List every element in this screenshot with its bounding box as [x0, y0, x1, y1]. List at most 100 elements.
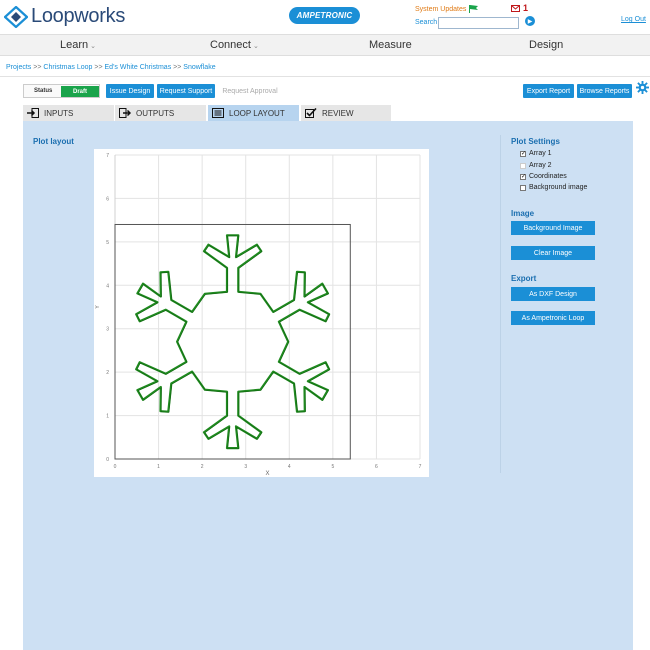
- plot-chart: 0 1 2 3 4 5 6 7 0 1 2 3 4 5 6 7 X Y: [95, 153, 422, 477]
- tab-loop-layout[interactable]: LOOP LAYOUT: [208, 105, 299, 121]
- plot-title: Plot layout: [33, 137, 74, 146]
- tab-loop-layout-label: LOOP LAYOUT: [229, 108, 285, 118]
- system-updates-label: System Updates: [415, 5, 467, 13]
- x-tick-label: 3: [244, 464, 247, 470]
- breadcrumb-separator: >>: [94, 64, 103, 71]
- x-tick-label: 6: [375, 464, 378, 470]
- y-tick-label: 3: [106, 327, 109, 333]
- tab-review-label: REVIEW: [322, 108, 354, 118]
- system-updates-link[interactable]: System Updates: [415, 5, 479, 13]
- image-section-title: Image: [511, 209, 535, 218]
- coordinates-label: Coordinates: [529, 173, 567, 180]
- array1-label: Array 1: [529, 150, 552, 157]
- nav-connect[interactable]: Connect ⌄: [210, 39, 259, 51]
- array2-checkbox[interactable]: [520, 162, 526, 169]
- loop-layout-panel: Plot layout 0 1 2 3 4 5 6 7 0 1 2 3 4 5 6 7 X Y Plot Se…: [23, 121, 633, 650]
- chevron-down-icon: ⌄: [90, 43, 97, 50]
- loopworks-logo-icon: [4, 5, 28, 28]
- nav-measure[interactable]: Measure: [369, 39, 412, 51]
- search-go-icon[interactable]: ▶: [525, 16, 535, 26]
- sign-in-icon: [27, 108, 39, 118]
- snowflake-outline: [135, 234, 331, 450]
- mail-icon: [511, 4, 520, 12]
- breadcrumb-separator: >>: [173, 64, 182, 71]
- tab-inputs[interactable]: INPUTS: [23, 105, 114, 121]
- request-support-button[interactable]: Request Support: [157, 84, 215, 98]
- status-box: Status Draft: [23, 84, 100, 98]
- x-tick-label: 5: [331, 464, 334, 470]
- export-ampetronic-button[interactable]: As Ampetronic Loop: [511, 311, 595, 325]
- export-section-title: Export: [511, 274, 537, 283]
- loop-boundary: [114, 223, 351, 460]
- sidebar-separator: [500, 135, 501, 473]
- search-input[interactable]: [438, 17, 519, 29]
- breadcrumb-eds-white-christmas[interactable]: Ed's White Christmas: [105, 64, 172, 71]
- nav-connect-label: Connect: [210, 39, 251, 51]
- breadcrumb-christmas-loop[interactable]: Christmas Loop: [43, 64, 92, 71]
- snowflake-loop: [135, 234, 331, 450]
- breadcrumb-projects[interactable]: Projects: [6, 64, 31, 71]
- x-tick-label: 7: [419, 464, 422, 470]
- tab-outputs[interactable]: OUTPUTS: [115, 105, 206, 121]
- issue-design-button[interactable]: Issue Design: [106, 84, 154, 98]
- background-image-button[interactable]: Background Image: [511, 221, 595, 235]
- y-tick-label: 4: [106, 283, 109, 289]
- clear-image-button[interactable]: Clear Image: [511, 246, 595, 260]
- chevron-down-icon: ⌄: [252, 43, 259, 50]
- mail-count: 1: [523, 3, 529, 13]
- search-label: Search: [415, 19, 438, 26]
- array1-checkbox-row[interactable]: ✓ Array 1: [520, 150, 552, 157]
- tab-review[interactable]: REVIEW: [301, 105, 391, 121]
- plot-ticks: 0 1 2 3 4 5 6 7 0 1 2 3 4 5 6 7: [106, 153, 421, 470]
- y-axis-label: Y: [95, 305, 101, 309]
- x-tick-label: 0: [114, 464, 117, 470]
- y-tick-label: 6: [106, 196, 109, 202]
- logo[interactable]: Loopworks: [4, 5, 125, 28]
- y-tick-label: 1: [106, 414, 109, 420]
- background-image-checkbox-row[interactable]: Background image: [520, 184, 587, 191]
- request-approval-button[interactable]: Request Approval: [219, 84, 281, 98]
- tab-inputs-label: INPUTS: [44, 108, 74, 118]
- flag-icon: [469, 5, 479, 13]
- browse-reports-button[interactable]: Browse Reports: [577, 84, 632, 98]
- background-image-label: Background image: [529, 184, 588, 191]
- tab-outputs-label: OUTPUTS: [136, 108, 175, 118]
- export-dxf-button[interactable]: As DXF Design: [511, 287, 595, 301]
- export-report-button[interactable]: Export Report: [523, 84, 574, 98]
- y-tick-label: 7: [106, 153, 109, 159]
- status-label: Status: [34, 88, 53, 94]
- array2-label: Array 2: [529, 162, 552, 169]
- x-tick-label: 1: [157, 464, 160, 470]
- y-tick-label: 0: [106, 457, 109, 463]
- background-image-checkbox[interactable]: [520, 184, 526, 191]
- status-badge: Draft: [61, 86, 99, 97]
- divider: [0, 76, 650, 77]
- logo-text: Loopworks: [31, 5, 126, 27]
- plot-canvas[interactable]: 0 1 2 3 4 5 6 7 0 1 2 3 4 5 6 7 X Y: [94, 149, 429, 477]
- list-icon: [212, 108, 224, 118]
- plot-grid: [114, 154, 421, 460]
- breadcrumb: Projects >> Christmas Loop >> Ed's White…: [6, 64, 216, 71]
- breadcrumb-separator: >>: [33, 64, 42, 71]
- main-nav: Learn ⌄ Connect ⌄ Measure Design: [0, 34, 650, 56]
- coordinates-checkbox[interactable]: ✓: [520, 173, 526, 180]
- x-axis-label: X: [265, 471, 269, 477]
- ampetronic-logo[interactable]: AMPETRONIC: [289, 7, 360, 24]
- x-tick-label: 2: [201, 464, 204, 470]
- gear-icon[interactable]: [636, 81, 649, 94]
- nav-design[interactable]: Design: [529, 39, 563, 51]
- nav-design-label: Design: [529, 39, 564, 51]
- breadcrumb-snowflake[interactable]: Snowflake: [183, 64, 215, 71]
- snowflake-outline-inner: [136, 235, 330, 449]
- array2-checkbox-row[interactable]: Array 2: [520, 162, 552, 169]
- nav-learn[interactable]: Learn ⌄: [60, 39, 96, 51]
- header: Loopworks AMPETRONIC System Updates 1 Se…: [0, 0, 650, 34]
- checkbox-edit-icon: [305, 108, 317, 118]
- logout-link[interactable]: Log Out: [621, 16, 646, 23]
- nav-measure-label: Measure: [369, 39, 412, 51]
- array1-checkbox[interactable]: ✓: [520, 150, 526, 157]
- x-tick-label: 4: [288, 464, 291, 470]
- sign-out-icon: [119, 108, 131, 118]
- coordinates-checkbox-row[interactable]: ✓ Coordinates: [520, 173, 567, 180]
- mail-link[interactable]: 1: [511, 3, 528, 13]
